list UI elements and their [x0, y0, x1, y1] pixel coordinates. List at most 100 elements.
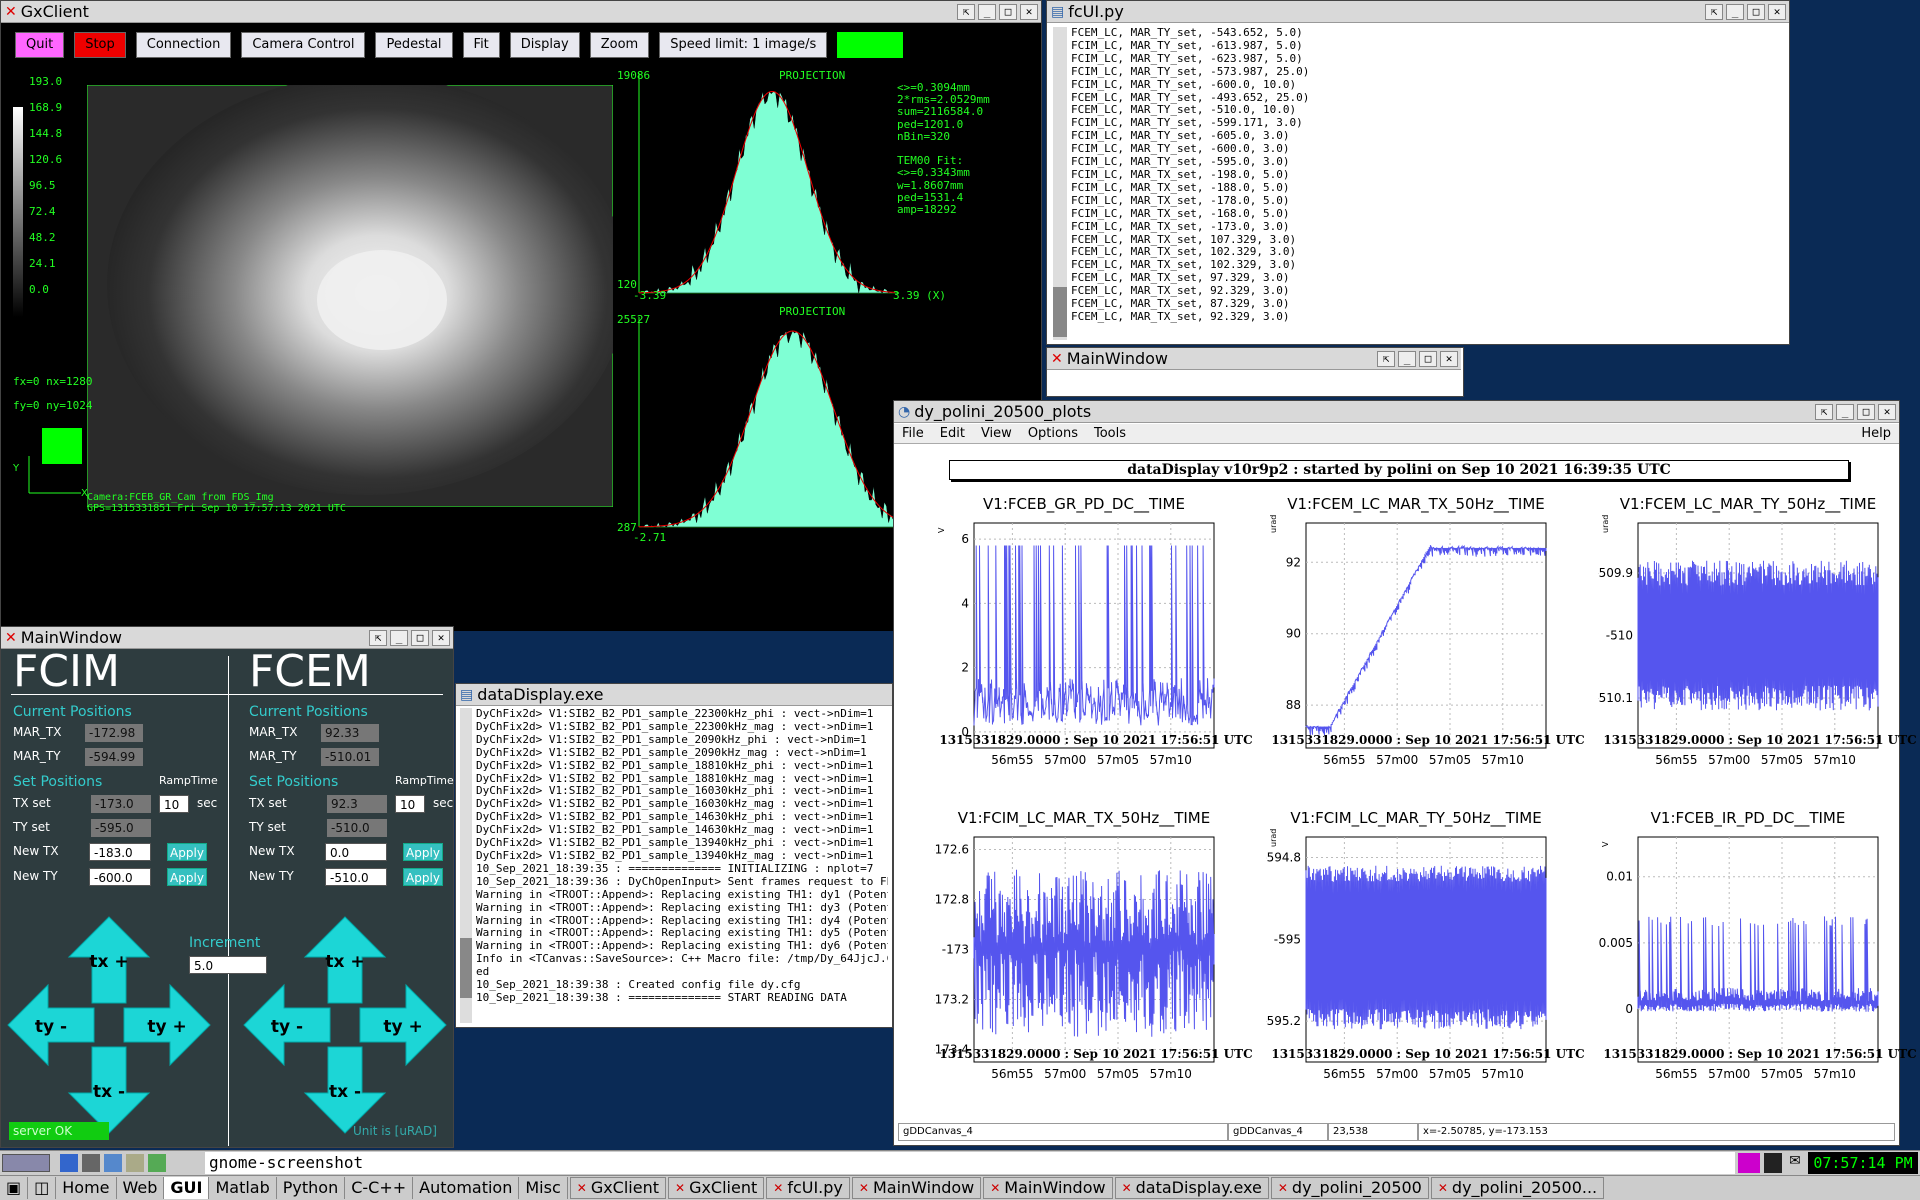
- maximize-button[interactable]: □: [1747, 3, 1765, 20]
- taskbar-window-button[interactable]: ✕ MainWindow: [851, 1177, 982, 1199]
- minimize-button[interactable]: _: [390, 629, 408, 646]
- minimize-button[interactable]: _: [1836, 403, 1854, 420]
- colorbar-label: 0.0: [29, 283, 49, 296]
- menu-help[interactable]: Help: [1861, 426, 1891, 441]
- scrollbar[interactable]: [1053, 27, 1067, 340]
- minimize-button[interactable]: _: [1398, 350, 1416, 367]
- dy-plots-titlebar[interactable]: ◔ dy_polini_20500_plots ⇱ _ □ ✕: [894, 401, 1899, 423]
- pin-icon[interactable]: ⇱: [957, 3, 975, 20]
- menu-cpp[interactable]: C-C++: [345, 1177, 414, 1199]
- ramptime-input[interactable]: 10: [395, 795, 425, 813]
- mainwindow-fc: ✕ MainWindow ⇱ _ □ ✕ FCIM Current Positions M…: [0, 626, 454, 1148]
- taskbar-window-button[interactable]: ✕ GxClient: [569, 1177, 666, 1199]
- command-input[interactable]: gnome-screenshot: [205, 1152, 1735, 1174]
- maximize-button[interactable]: □: [999, 3, 1017, 20]
- taskbar-menu-icon[interactable]: ▣: [0, 1177, 29, 1199]
- x-tick-label: 57m00: [1708, 1067, 1750, 1081]
- taskbar-window-button[interactable]: ✕ GxClient: [668, 1177, 765, 1199]
- pedestal-button[interactable]: Pedestal: [375, 32, 453, 58]
- ty-plus-arrow-button[interactable]: ty +: [358, 980, 448, 1070]
- settings-icon[interactable]: [82, 1154, 100, 1172]
- display-button[interactable]: Display: [509, 32, 580, 58]
- app-icon[interactable]: [104, 1154, 122, 1172]
- apply-ty-button[interactable]: Apply: [167, 868, 207, 886]
- speed-limit-button[interactable]: Speed limit: 1 image/s: [659, 32, 828, 58]
- spreadsheet-icon[interactable]: [148, 1154, 166, 1172]
- menu-tools[interactable]: Tools: [1094, 426, 1126, 441]
- connection-button[interactable]: Connection: [135, 32, 232, 58]
- close-button[interactable]: ✕: [1440, 350, 1458, 367]
- show-desktop-icon[interactable]: ◫: [28, 1177, 57, 1199]
- close-button[interactable]: ✕: [1020, 3, 1038, 20]
- quit-button[interactable]: Quit: [15, 32, 65, 58]
- menu-python[interactable]: Python: [277, 1177, 346, 1199]
- taskbar-window-button[interactable]: ✕ dataDisplay.exe: [1114, 1177, 1269, 1199]
- fy-readout: fy=0 ny=1024: [13, 399, 93, 412]
- minimize-button[interactable]: _: [978, 3, 996, 20]
- terminal-output[interactable]: DyChFix2d> V1:SIB2_B2_PD1_sample_22300kH…: [476, 708, 888, 1023]
- menu-home[interactable]: Home: [56, 1177, 117, 1199]
- fcem-title: FCEM: [249, 646, 371, 697]
- ty-minus-arrow-button[interactable]: ty -: [242, 980, 332, 1070]
- apply-tx-button[interactable]: Apply: [167, 843, 207, 861]
- fcui-titlebar[interactable]: ▤ fcUI.py ⇱ _ □ ✕: [1047, 1, 1789, 23]
- gxclient-titlebar[interactable]: ✕ GxClient ⇱ _ □ ✕: [1, 1, 1041, 23]
- maximize-button[interactable]: □: [1857, 403, 1875, 420]
- maximize-button[interactable]: □: [1419, 350, 1437, 367]
- time-series-plot[interactable]: -509.9 -510 -510.1 56m55 57m00 57m05 57m10 urad: [1598, 511, 1918, 791]
- menu-file[interactable]: File: [902, 426, 924, 441]
- ramptime-input[interactable]: 10: [159, 795, 189, 813]
- apply-tx-button[interactable]: Apply: [403, 843, 443, 861]
- scrollbar[interactable]: [460, 708, 472, 1023]
- close-button[interactable]: ✕: [1878, 403, 1896, 420]
- apply-ty-button[interactable]: Apply: [403, 868, 443, 886]
- taskbar-window-button[interactable]: ✕ dy_polini_20500...: [1430, 1177, 1605, 1199]
- new-tx-input[interactable]: 0.0: [325, 843, 387, 861]
- maximize-button[interactable]: □: [411, 629, 429, 646]
- close-button[interactable]: ✕: [1768, 3, 1786, 20]
- time-series-plot[interactable]: 0 0.005 0.01 56m55 57m00 57m05 57m10 V: [1598, 825, 1918, 1105]
- pin-icon[interactable]: ⇱: [369, 629, 387, 646]
- mainwindow-small-titlebar[interactable]: ✕ MainWindow ⇱ _ □ ✕: [1047, 348, 1461, 370]
- time-series-plot[interactable]: 024656m55 57m00 57m05 57m10V: [934, 511, 1254, 791]
- browser-icon[interactable]: [60, 1154, 78, 1172]
- menu-matlab[interactable]: Matlab: [209, 1177, 277, 1199]
- taskbar-window-button[interactable]: ✕ MainWindow: [983, 1177, 1113, 1199]
- new-ty-input[interactable]: -600.0: [89, 868, 151, 886]
- editor-icon[interactable]: [126, 1154, 144, 1172]
- mail-icon[interactable]: ✉: [1786, 1153, 1804, 1173]
- new-tx-input[interactable]: -183.0: [89, 843, 151, 861]
- launcher-icon[interactable]: [2, 1154, 50, 1172]
- menu-misc[interactable]: Misc: [519, 1177, 568, 1199]
- taskbar-window-button[interactable]: ✕ dy_polini_20500: [1270, 1177, 1429, 1199]
- fit-button[interactable]: Fit: [462, 32, 500, 58]
- menu-web[interactable]: Web: [117, 1177, 165, 1199]
- menu-view[interactable]: View: [981, 426, 1012, 441]
- scrollbar-thumb[interactable]: [1053, 287, 1067, 337]
- pin-icon[interactable]: ⇱: [1705, 3, 1723, 20]
- ty-plus-arrow-button[interactable]: ty +: [122, 980, 212, 1070]
- terminal-output[interactable]: FCEM_LC, MAR_TY_set, -543.652, 5.0) FCIM_…: [1071, 27, 1785, 340]
- time-series-plot[interactable]: -172.6-172.8-173-173.2-173.456m55 57m00 57…: [934, 825, 1254, 1105]
- scrollbar-thumb[interactable]: [460, 938, 472, 998]
- camera-plot-area[interactable]: 193.0 168.9 144.8 120.6 96.5 72.4 48.2 24.1 0.0 …: [9, 69, 1039, 631]
- increment-spinbox[interactable]: 5.0: [189, 956, 267, 974]
- time-series-plot[interactable]: 88 90 92 56m55 57m00 57m05 57m10 urad: [1266, 511, 1586, 791]
- menu-options[interactable]: Options: [1028, 426, 1078, 441]
- stop-button[interactable]: Stop: [74, 32, 126, 58]
- minimize-button[interactable]: _: [1726, 3, 1744, 20]
- menu-gui[interactable]: GUI: [164, 1177, 210, 1199]
- camera-control-button[interactable]: Camera Control: [241, 32, 366, 58]
- pin-icon[interactable]: ⇱: [1377, 350, 1395, 367]
- camera-image[interactable]: [87, 85, 613, 507]
- menu-edit[interactable]: Edit: [940, 426, 965, 441]
- pin-icon[interactable]: ⇱: [1815, 403, 1833, 420]
- zoom-button[interactable]: Zoom: [589, 32, 650, 58]
- time-series-plot[interactable]: -594.8 -595 -595.2 56m55 57m00 57m05 57m10 urad: [1266, 825, 1586, 1105]
- menu-automation[interactable]: Automation: [413, 1177, 520, 1199]
- new-ty-input[interactable]: -510.0: [325, 868, 387, 886]
- datadisplay-titlebar[interactable]: ▤ dataDisplay.exe: [456, 684, 892, 706]
- ty-minus-arrow-button[interactable]: ty -: [6, 980, 96, 1070]
- taskbar-window-button[interactable]: ✕ fcUI.py: [766, 1177, 850, 1199]
- close-button[interactable]: ✕: [432, 629, 450, 646]
